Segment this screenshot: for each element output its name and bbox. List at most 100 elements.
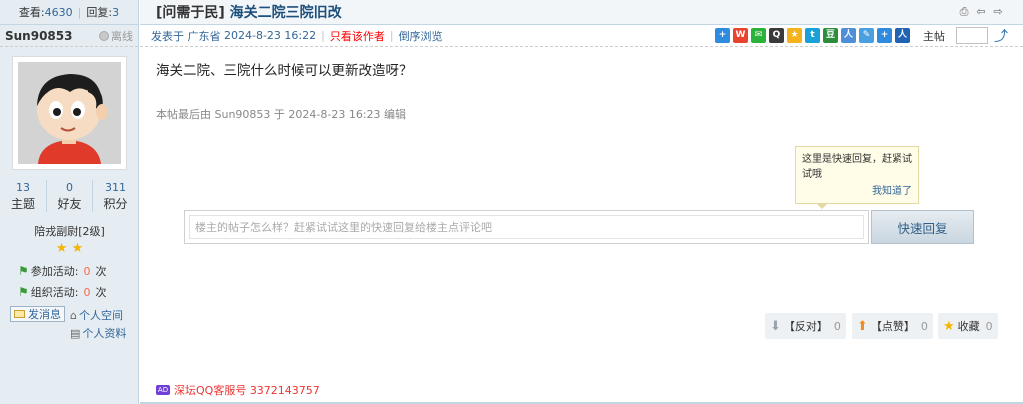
oppose-button[interactable]: ⬇ 【反对】 0	[765, 313, 846, 339]
activity-unit: 次	[95, 265, 107, 278]
personal-space-label: 个人空间	[78, 309, 123, 322]
favorite-count: 0	[985, 319, 993, 333]
like-button[interactable]: ⬆ 【点赞】 0	[852, 313, 933, 339]
views-label: 查看:	[18, 6, 45, 19]
replies-count: 3	[112, 5, 120, 19]
counter-friends[interactable]: 0 好友	[46, 180, 92, 212]
thread-category[interactable]: [问需于民]	[156, 5, 225, 21]
activity-organized: ⚑ 组织活动: 0 次	[18, 284, 106, 300]
running-man-icon: ⚑	[18, 285, 29, 299]
tip-text: 这里是快速回复，赶紧试试哦	[802, 154, 912, 180]
quick-reply-input[interactable]: 楼主的帖子怎么样？赶紧试试这里的快速回复给楼主点评论吧	[189, 215, 864, 239]
floor-label: 主帖	[923, 29, 945, 43]
thread-title-text: 海关二院三院旧改	[229, 5, 342, 21]
author-counters: 13 主题 0 好友 311 积分	[0, 180, 139, 212]
posted-label: 发表于	[151, 29, 184, 43]
edit-note: 本帖最后由 Sun90853 于 2024-8-23 16:23 编辑	[156, 108, 407, 121]
wechat-icon[interactable]: ✉	[751, 28, 766, 43]
quick-reply-button[interactable]: 快速回复	[871, 210, 974, 244]
offline-icon	[99, 30, 109, 41]
tencent-weibo-icon[interactable]: t	[805, 28, 820, 43]
meta-divider: |	[389, 29, 394, 42]
star-icon: ★	[71, 241, 84, 256]
thread-title: [问需于民] 海关二院三院旧改	[156, 2, 342, 22]
tip-dismiss-link[interactable]: 我知道了	[872, 184, 912, 199]
online-status-label: 离线	[111, 29, 133, 43]
ad-line[interactable]: AD 深坛QQ客服号 3372143757	[156, 382, 320, 398]
counter-threads[interactable]: 13 主题	[0, 180, 46, 212]
stats-divider: |	[77, 5, 82, 19]
rank-stars: ★ ★	[0, 241, 139, 255]
favorite-button[interactable]: ★ 收藏 0	[938, 313, 998, 339]
previous-thread-icon[interactable]: ⇦	[974, 6, 988, 18]
post-meta: 发表于 广东省 2024-8-23 16:22 | 只看该作者 | 倒序浏览	[151, 28, 443, 44]
star-icon: ★	[943, 318, 955, 334]
online-status: 离线	[99, 28, 133, 44]
counter-value[interactable]: 311	[93, 180, 138, 196]
views-count: 4630	[44, 5, 73, 19]
thread-tools: ⎙ ⇦ ⇨	[957, 6, 1005, 18]
person-icon[interactable]: 人	[895, 28, 910, 43]
only-author-link[interactable]: 只看该作者	[330, 28, 385, 44]
renren-icon[interactable]: 人	[841, 28, 856, 43]
next-thread-icon[interactable]: ⇨	[991, 6, 1005, 18]
avatar[interactable]	[18, 62, 121, 164]
add-icon[interactable]: +	[877, 28, 892, 43]
activity-label: 组织活动:	[30, 286, 79, 299]
counter-label: 主题	[10, 197, 35, 211]
counter-points[interactable]: 311 积分	[92, 180, 138, 212]
home-icon: ⌂	[70, 308, 77, 322]
counter-value[interactable]: 13	[0, 180, 46, 196]
favorite-label: 收藏	[957, 320, 980, 333]
reverse-order-link[interactable]: 倒序浏览	[399, 28, 443, 44]
activity-label: 参加活动:	[30, 265, 79, 278]
author-sidebar: 查看: 4630 | 回复: 3 Sun90853 离线 13 主题 0 好友 …	[0, 0, 139, 404]
arrow-down-icon: ⬇	[770, 318, 781, 334]
send-message-button[interactable]: 发消息	[10, 306, 65, 322]
post-content: 海关二院、三院什么时候可以更新改造呀？	[156, 63, 413, 79]
post-main: [问需于民] 海关二院三院旧改 ⎙ ⇦ ⇨ 发表于 广东省 2024-8-23 …	[140, 0, 1023, 404]
print-icon[interactable]: ⎙	[957, 6, 971, 18]
user-rank: 陪戎副尉[2级]	[34, 225, 105, 238]
quick-reply-box: 楼主的帖子怎么样？赶紧试试这里的快速回复给楼主点评论吧	[184, 210, 869, 244]
activity-unit: 次	[95, 286, 107, 299]
activity-joined: ⚑ 参加活动: 0 次	[18, 263, 106, 279]
share-bar: + W ✉ Q ★ t 豆 人 ✎ + 人 主帖 ⤴	[715, 26, 1008, 46]
tip-arrow	[816, 203, 828, 209]
quick-reply-tip: 这里是快速回复，赶紧试试哦 我知道了	[795, 146, 919, 204]
meta-divider: |	[321, 29, 325, 42]
activity-value: 0	[83, 285, 91, 299]
thread-title-bar: [问需于民] 海关二院三院旧改 ⎙ ⇦ ⇨	[140, 0, 1023, 25]
star-icon: ★	[55, 241, 68, 256]
author-name[interactable]: Sun90853	[5, 29, 72, 43]
share-more-icon[interactable]: +	[715, 28, 730, 43]
qzone-icon[interactable]: ★	[787, 28, 802, 43]
oppose-count: 0	[833, 319, 841, 333]
floor-jump-input[interactable]	[956, 27, 988, 44]
counter-value[interactable]: 0	[47, 180, 92, 196]
activity-value: 0	[83, 264, 91, 278]
pencil-icon[interactable]: ✎	[859, 28, 874, 43]
document-icon: ▤	[70, 326, 81, 340]
avatar-cartoon-boy-icon	[18, 62, 121, 164]
personal-space-link[interactable]: ⌂ 个人空间	[70, 307, 123, 323]
counter-label: 好友	[57, 197, 82, 211]
jump-go-icon[interactable]: ⤴	[994, 26, 1008, 46]
ad-text[interactable]: 深坛QQ客服号 3372143757	[174, 382, 320, 398]
qq-icon[interactable]: Q	[769, 28, 784, 43]
thread-stats: 查看: 4630 | 回复: 3	[0, 0, 138, 25]
profile-label: 个人资料	[82, 327, 127, 340]
like-count: 0	[920, 319, 928, 333]
post-date: 2024-8-23 16:22	[224, 29, 317, 42]
douban-icon[interactable]: 豆	[823, 28, 838, 43]
profile-link[interactable]: ▤ 个人资料	[70, 325, 126, 341]
post-location: 广东省	[187, 29, 221, 43]
counter-label: 积分	[103, 197, 128, 211]
weibo-icon[interactable]: W	[733, 28, 748, 43]
avatar-frame[interactable]	[12, 56, 127, 170]
ad-badge: AD	[156, 385, 170, 395]
author-row: Sun90853 离线	[0, 25, 138, 47]
like-label: 【点赞】	[870, 320, 915, 333]
running-man-icon: ⚑	[18, 264, 29, 278]
post-meta-bar: 发表于 广东省 2024-8-23 16:22 | 只看该作者 | 倒序浏览 +…	[140, 25, 1023, 47]
